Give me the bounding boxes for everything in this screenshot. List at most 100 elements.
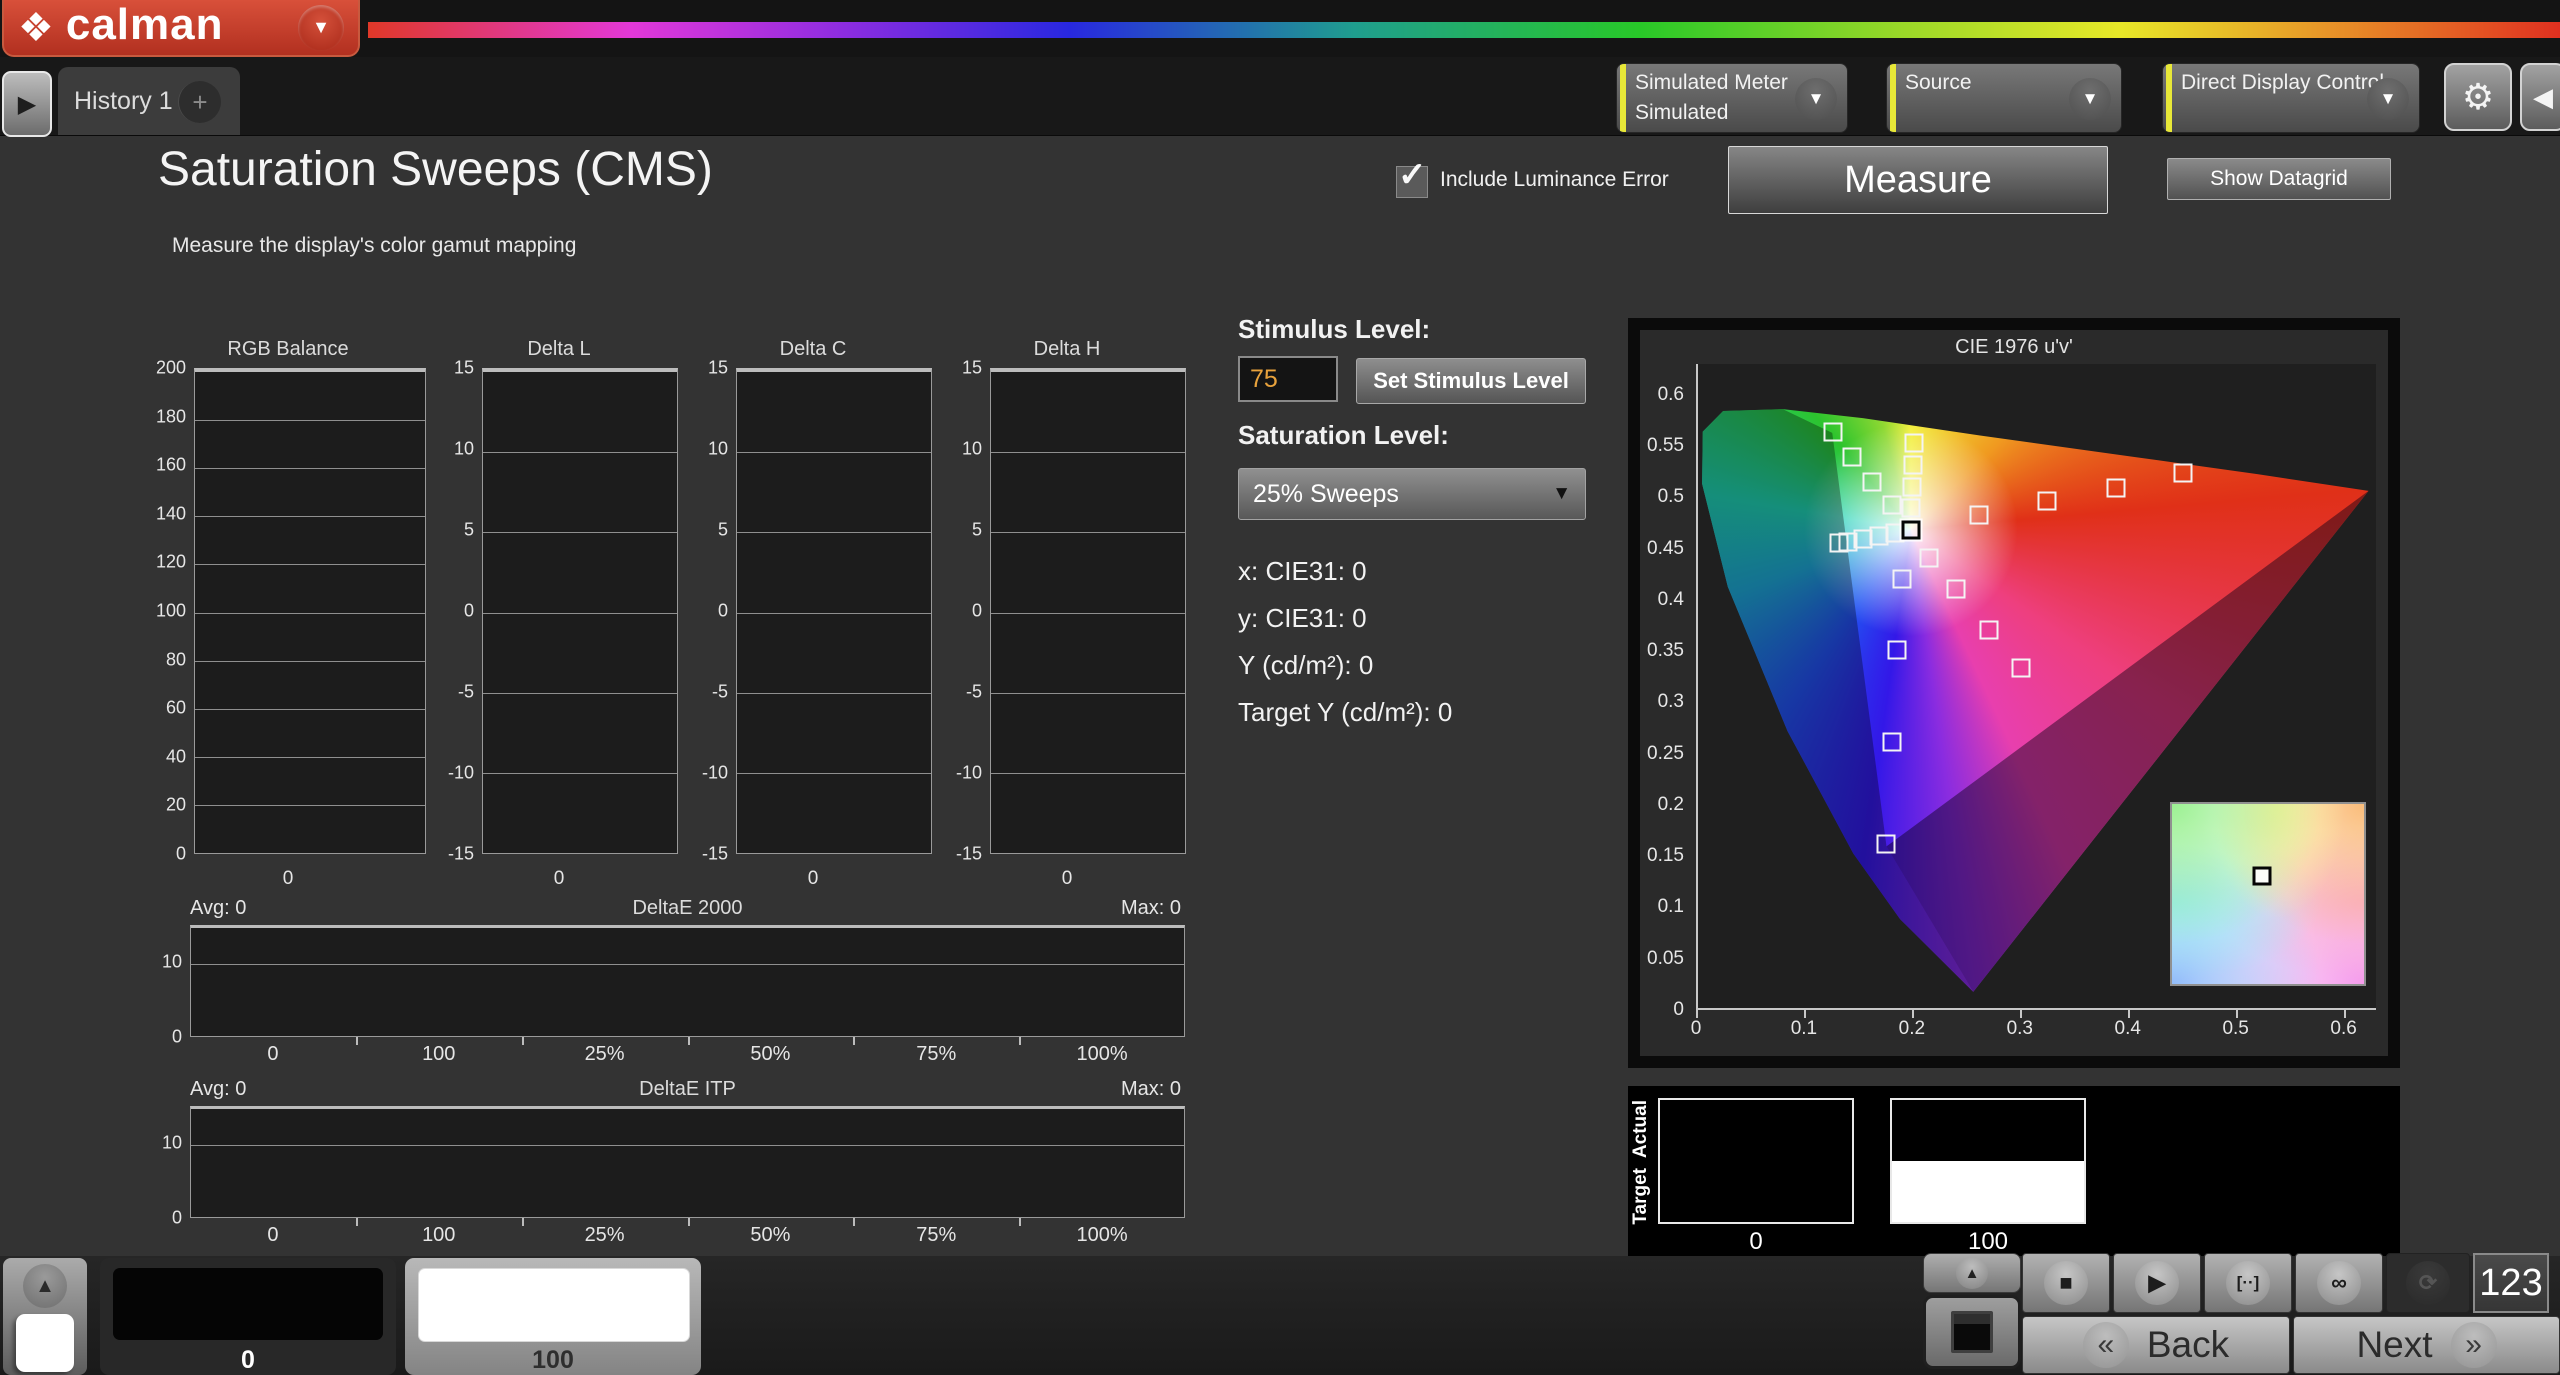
measure-button[interactable]: Measure — [1728, 146, 2108, 214]
target-marker — [1902, 499, 1921, 518]
cie-plot-area — [1696, 364, 2376, 1010]
stimulus-level-input[interactable]: 75 — [1238, 356, 1338, 402]
stop-button[interactable]: ■ — [2022, 1253, 2110, 1313]
calman-logo-text: calman — [66, 0, 224, 50]
pattern-tile-100[interactable]: 100 — [405, 1258, 701, 1375]
calman-menu-button[interactable]: ❖ calman ▼ — [2, 0, 360, 57]
pattern-scroll-up-tile[interactable]: ▲ — [3, 1258, 87, 1375]
cie-1976-chart: CIE 1976 u'v' 0.60.550.50.450.40.350.30.… — [1628, 318, 2400, 1068]
target-marker — [1829, 533, 1848, 552]
target-marker — [2011, 658, 2030, 677]
check-icon: ✓ — [1398, 155, 1427, 195]
max-readout: Max: 0 — [1121, 897, 1181, 920]
scroll-up-button[interactable]: ▲ — [1923, 1253, 2021, 1293]
target-marker — [1823, 423, 1842, 442]
chevron-left-icon: ◀ — [2533, 82, 2553, 113]
target-marker — [1947, 579, 1966, 598]
target-marker — [1905, 433, 1924, 452]
refresh-button[interactable]: ⟳ — [2386, 1253, 2470, 1313]
pattern-window-button[interactable] — [1923, 1295, 2021, 1369]
stop-icon: ■ — [2059, 1270, 2072, 1296]
up-arrow-icon: ▲ — [1965, 1265, 1980, 1282]
plus-icon: + — [192, 87, 207, 118]
back-button[interactable]: « Back — [2022, 1316, 2290, 1374]
target-marker — [1888, 641, 1907, 660]
chart-x-label: 0 — [694, 868, 932, 890]
target-marker — [1882, 733, 1901, 752]
rgb-balance-chart: RGB Balance 200180160140120100806040200 … — [150, 338, 426, 890]
target-marker — [1863, 472, 1882, 491]
saturation-level-value: 25% Sweeps — [1253, 480, 1399, 509]
chart-title: Delta L — [440, 338, 678, 361]
chart-title: Delta C — [694, 338, 932, 361]
chevron-down-icon: ▼ — [2069, 78, 2111, 120]
play-icon: ▶ — [2149, 1270, 2166, 1296]
play-button[interactable]: ▶ — [2113, 1253, 2201, 1313]
chart-title: DeltaE 2000 — [190, 897, 1185, 920]
target-marker — [1893, 569, 1912, 588]
play-right-icon: ▶ — [18, 90, 36, 119]
loop-button[interactable]: ∞ — [2295, 1253, 2383, 1313]
delta-c-chart: Delta C 151050-5-10-15 0 — [694, 338, 932, 890]
display-dropdown-label: Direct Display Control — [2181, 68, 2384, 98]
include-luminance-error-label: Include Luminance Error — [1440, 168, 1669, 192]
source-status-stripe — [1890, 64, 1896, 132]
target-marker — [1877, 835, 1896, 854]
chart-title: DeltaE ITP — [190, 1078, 1185, 1101]
chevron-down-icon: ▼ — [1795, 78, 1837, 120]
window-square-icon — [1951, 1311, 1993, 1353]
chevron-down-icon: ▼ — [2367, 78, 2409, 120]
display-control-dropdown[interactable]: Direct Display Control ▼ — [2162, 63, 2420, 133]
settings-button[interactable]: ⚙ — [2444, 63, 2512, 131]
actual-row-label: Actual — [1630, 1100, 1652, 1158]
chevrons-left-icon: « — [2098, 1328, 2115, 1362]
chart-x-label: 0 — [440, 868, 678, 890]
pattern-tile-0[interactable]: 0 — [100, 1258, 396, 1375]
back-button-label: Back — [2147, 1324, 2229, 1366]
next-button[interactable]: Next » — [2293, 1316, 2560, 1374]
stimulus-level-label: Stimulus Level: — [1238, 314, 1430, 345]
range-step-button[interactable]: [··] — [2204, 1253, 2292, 1313]
source-dropdown-label: Source — [1905, 68, 1972, 98]
pattern-swatch — [418, 1268, 690, 1342]
saturation-level-select[interactable]: 25% Sweeps ▼ — [1238, 468, 1586, 520]
readout-x-cie31: x: CIE31: 0 — [1238, 556, 1367, 587]
chevron-down-icon: ▼ — [1552, 483, 1571, 505]
chart-title: Delta H — [948, 338, 1186, 361]
show-datagrid-button[interactable]: Show Datagrid — [2167, 158, 2391, 200]
source-dropdown[interactable]: Source ▼ — [1886, 63, 2122, 133]
chart-plot-area — [482, 368, 678, 854]
chevrons-right-icon: » — [2465, 1328, 2482, 1362]
top-bar: ❖ calman ▼ — [0, 0, 2560, 57]
target-marker — [1920, 549, 1939, 568]
chart-title: CIE 1976 u'v' — [1640, 336, 2388, 359]
page-subtitle: Measure the display's color gamut mappin… — [172, 234, 576, 258]
target-marker — [1882, 496, 1901, 515]
chart-plot-area — [990, 368, 1186, 854]
expand-panel-button[interactable]: ▶ — [2, 71, 52, 137]
up-arrow-icon: ▲ — [35, 1275, 55, 1298]
calman-menu-dropdown-icon[interactable]: ▼ — [298, 5, 344, 51]
rainbow-strip — [368, 22, 2560, 38]
level-swatch-0 — [1658, 1098, 1854, 1224]
target-marker — [2037, 491, 2056, 510]
white-patch-thumbnail — [16, 1314, 74, 1372]
target-marker — [1904, 456, 1923, 475]
target-row-label: Target — [1630, 1168, 1652, 1225]
white-point-inset — [2170, 802, 2366, 986]
collapse-panel-button[interactable]: ◀ — [2520, 63, 2560, 131]
meter-dropdown[interactable]: Simulated Meter Simulated ▼ — [1616, 63, 1848, 133]
range-icon: [··] — [2237, 1273, 2260, 1293]
set-stimulus-level-button[interactable]: Set Stimulus Level — [1356, 358, 1586, 404]
pattern-label: 100 — [405, 1346, 701, 1375]
target-marker — [1842, 448, 1861, 467]
chart-x-label: 0 — [948, 868, 1186, 890]
next-button-label: Next — [2356, 1324, 2432, 1366]
chart-plot-area — [194, 368, 426, 854]
target-marker — [2174, 464, 2193, 483]
add-tab-button[interactable]: + — [178, 81, 221, 123]
display-status-stripe — [2166, 64, 2172, 132]
include-luminance-error-checkbox[interactable]: ✓ — [1396, 166, 1428, 198]
chart-plot-area — [190, 1106, 1185, 1218]
chart-plot-area — [190, 925, 1185, 1037]
